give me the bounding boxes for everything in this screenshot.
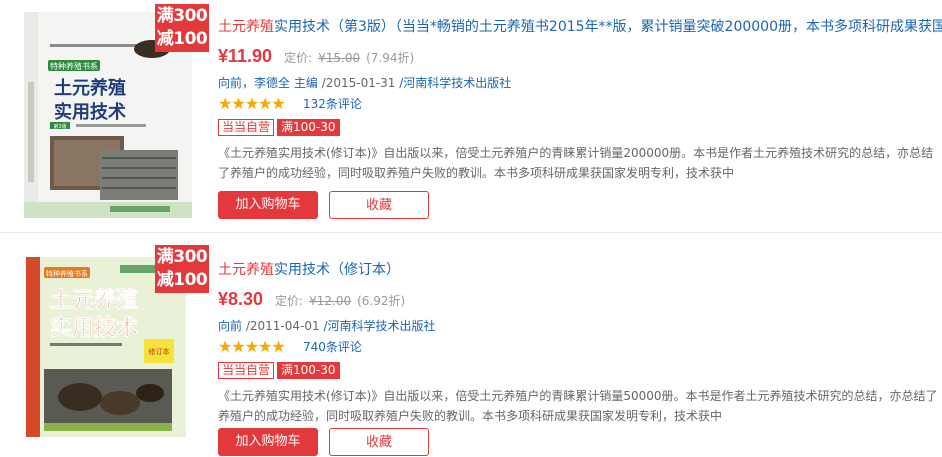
list-price: ¥15.00 bbox=[318, 51, 361, 65]
dangdang-self-tag: 当当自营 bbox=[218, 362, 275, 379]
review-count-link[interactable]: 132条评论 bbox=[303, 95, 362, 112]
cover-series-text: 特种养殖书系 bbox=[50, 61, 98, 71]
discount: (6.92折) bbox=[357, 294, 406, 308]
product-description: 《土元养殖实用技术(修订本)》自出版以来，倍受土元养殖户的青睐累计销量20000… bbox=[218, 146, 934, 180]
favorite-button[interactable]: 收藏 bbox=[329, 428, 429, 456]
list-price-label: 定价: bbox=[275, 294, 304, 308]
cover-title-line2: 实用技术 bbox=[50, 315, 138, 341]
publish-info: 向前，李德全 主编 /2015-01-31 /河南科学技术出版社 bbox=[218, 74, 511, 91]
publish-date: /2011-04-01 bbox=[245, 319, 320, 333]
promo-line2: 减100 bbox=[156, 270, 208, 290]
cover-title-line1: 土元养殖 bbox=[54, 77, 126, 99]
promo-line1: 满300 bbox=[156, 247, 208, 267]
list-price: ¥12.00 bbox=[309, 294, 352, 308]
promo-badge: 满300 减100 bbox=[155, 4, 209, 52]
dangdang-self-tag: 当当自营 bbox=[218, 119, 275, 136]
tag-row: 当当自营 满100-30 bbox=[218, 119, 340, 136]
title-text[interactable]: 实用技术（修订本） bbox=[274, 262, 400, 278]
star-rating: ★★★★★ ★★★★★ bbox=[218, 338, 293, 355]
author-link[interactable]: 向前，李德全 主编 bbox=[218, 76, 318, 90]
promo-line2: 减100 bbox=[156, 29, 208, 49]
product-item: 特种养殖书系 土元养殖 实用技术 修订本 满300 减100 土元养殖实用技术（… bbox=[0, 233, 942, 456]
current-price: ¥11.90 bbox=[218, 46, 273, 66]
cover-series-text: 特种养殖书系 bbox=[46, 269, 88, 278]
title-text[interactable]: 实用技术（第3版）（当当*畅销的土元养殖书2015年**版，累计销量突破2000… bbox=[274, 19, 942, 35]
promo-line1: 满300 bbox=[156, 6, 208, 26]
publish-info: 向前 /2011-04-01 /河南科学技术出版社 bbox=[218, 317, 436, 334]
discount: (7.94折) bbox=[366, 51, 415, 65]
author-link[interactable]: 向前 bbox=[218, 319, 242, 333]
price-row: ¥11.90 定价: ¥15.00 (7.94折) bbox=[218, 46, 414, 70]
current-price: ¥8.30 bbox=[218, 289, 264, 309]
favorite-button[interactable]: 收藏 bbox=[329, 191, 429, 219]
cover-edition: 第3版 bbox=[53, 123, 66, 130]
price-row: ¥8.30 定价: ¥12.00 (6.92折) bbox=[218, 289, 405, 313]
promo-tag[interactable]: 满100-30 bbox=[277, 119, 340, 136]
title-keyword[interactable]: 土元养殖 bbox=[218, 19, 274, 35]
product-title-link[interactable]: 土元养殖实用技术（第3版）（当当*畅销的土元养殖书2015年**版，累计销量突破… bbox=[218, 18, 942, 36]
promo-badge: 满300 减100 bbox=[155, 245, 209, 293]
cover-title-line2: 实用技术 bbox=[54, 101, 126, 123]
title-keyword[interactable]: 土元养殖 bbox=[218, 262, 274, 278]
tag-row: 当当自营 满100-30 bbox=[218, 362, 340, 379]
publisher-link[interactable]: /河南科学技术出版社 bbox=[399, 76, 511, 90]
action-buttons: 加入购物车 收藏 bbox=[218, 428, 429, 456]
promo-tag[interactable]: 满100-30 bbox=[277, 362, 340, 379]
product-title-link[interactable]: 土元养殖实用技术（修订本） bbox=[218, 261, 942, 279]
product-item: 特种养殖书系 土元养殖 实用技术 第3版 满300 减100 土元养殖实用技术（… bbox=[0, 0, 942, 233]
cover-title-line1: 土元养殖 bbox=[50, 287, 138, 313]
review-count-link[interactable]: 740条评论 bbox=[303, 338, 362, 355]
cover-edition: 修订本 bbox=[149, 347, 170, 356]
list-price-label: 定价: bbox=[284, 51, 313, 65]
rating-row: ★★★★★ ★★★★★ 132条评论 bbox=[218, 95, 362, 112]
add-to-cart-button[interactable]: 加入购物车 bbox=[218, 428, 318, 456]
publish-date: /2015-01-31 bbox=[321, 76, 396, 90]
star-icons-filled: ★★★★★ bbox=[218, 95, 286, 112]
add-to-cart-button[interactable]: 加入购物车 bbox=[218, 191, 318, 219]
publisher-link[interactable]: /河南科学技术出版社 bbox=[323, 319, 435, 333]
star-rating: ★★★★★ ★★★★★ bbox=[218, 95, 293, 112]
star-icons-filled: ★★★★★ bbox=[218, 338, 286, 355]
rating-row: ★★★★★ ★★★★★ 740条评论 bbox=[218, 338, 362, 355]
action-buttons: 加入购物车 收藏 bbox=[218, 191, 429, 219]
product-description: 《土元养殖实用技术(修订本)》自出版以来，倍受土元养殖户的青睐累计销量50000… bbox=[218, 389, 938, 423]
